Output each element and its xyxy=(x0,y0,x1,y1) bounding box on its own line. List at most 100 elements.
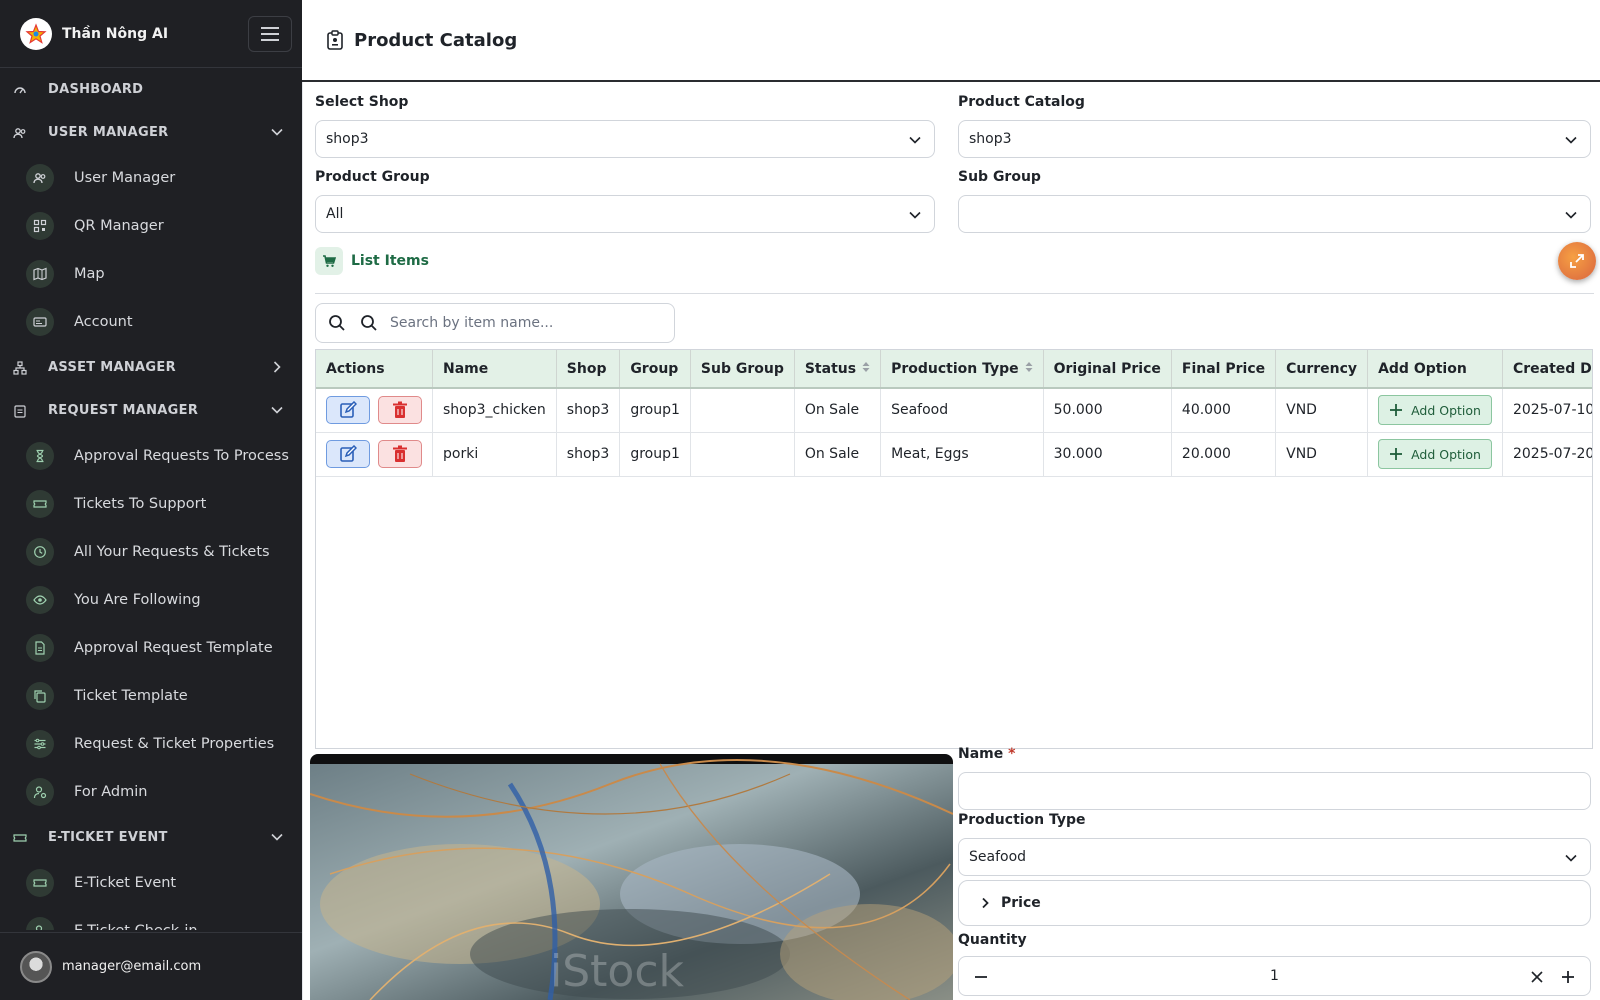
plus-icon[interactable] xyxy=(1560,969,1576,985)
product-group-dropdown[interactable]: All xyxy=(315,195,935,233)
edit-icon xyxy=(339,401,357,419)
main-content: Select Shop shop3 Product Catalog shop3 … xyxy=(302,82,1600,1000)
quantity-stepper[interactable]: 1 xyxy=(958,956,1591,996)
sidebar-item-map[interactable]: Map xyxy=(0,250,302,298)
select-shop-label: Select Shop xyxy=(315,94,409,110)
sidebar-item-you-are-following[interactable]: You Are Following xyxy=(0,576,302,624)
product-catalog-value: shop3 xyxy=(969,131,1012,147)
sidebar-item-request-and-ticket-properties[interactable]: Request & Ticket Properties xyxy=(0,720,302,768)
edit-icon xyxy=(339,445,357,463)
items-table: Actions Name Shop Group Sub Group Status Produ… xyxy=(316,350,1592,477)
sidebar-label: User Manager xyxy=(74,170,176,186)
cell-sub-group xyxy=(690,432,795,477)
chevron-right-icon xyxy=(982,897,989,909)
cell-production-type: Meat, Eggs xyxy=(880,432,1044,477)
sidebar-section-user-manager[interactable]: USER MANAGER xyxy=(0,111,302,154)
sidebar-section-request-manager[interactable]: REQUEST MANAGER xyxy=(0,389,302,432)
add-option-cell: Add Option xyxy=(1367,388,1503,433)
account-card-icon xyxy=(26,308,54,336)
chevron-right-icon[interactable] xyxy=(270,359,284,378)
chevron-down-icon[interactable] xyxy=(270,402,284,421)
sidebar-item-approval-request-template[interactable]: Approval Request Template xyxy=(0,624,302,672)
sidebar-item-user-manager[interactable]: User Manager xyxy=(0,154,302,202)
sliders-icon xyxy=(26,730,54,758)
sidebar-item-e-ticket-event[interactable]: E-Ticket Event xyxy=(0,859,302,907)
chevron-down-icon xyxy=(909,136,921,144)
column-header-shop: Shop xyxy=(556,350,621,389)
expand-fab-button[interactable] xyxy=(1558,242,1596,280)
sidebar-item-approval-requests-to-process[interactable]: Approval Requests To Process xyxy=(0,432,302,480)
clear-icon[interactable] xyxy=(1530,970,1544,984)
sidebar: Thần Nông AI DASHBOARD USER MANAGER User M… xyxy=(0,0,302,1000)
sidebar-item-for-admin[interactable]: For Admin xyxy=(0,768,302,816)
sub-group-dropdown[interactable] xyxy=(958,195,1591,233)
delete-button[interactable] xyxy=(378,396,422,425)
column-header-production-type[interactable]: Production Type xyxy=(880,350,1044,389)
price-collapse[interactable]: Price xyxy=(958,880,1591,926)
column-header-label: Production Type xyxy=(891,360,1019,377)
column-header-label: Final Price xyxy=(1181,360,1266,377)
add-option-button[interactable]: Add Option xyxy=(1378,395,1492,426)
delete-button[interactable] xyxy=(378,440,422,468)
plus-icon xyxy=(1389,447,1411,461)
sidebar-item-e-ticket-check-in[interactable]: E-Ticket Check-in xyxy=(0,907,302,930)
chevron-down-icon[interactable] xyxy=(270,124,284,143)
clipboard-icon xyxy=(12,403,28,419)
chevron-down-icon xyxy=(1565,854,1577,862)
expand-icon xyxy=(1570,254,1584,268)
sidebar-label: Map xyxy=(74,266,105,282)
asset-icon xyxy=(12,360,28,376)
required-mark: * xyxy=(1008,746,1016,762)
sidebar-label: Request & Ticket Properties xyxy=(74,736,275,752)
table-row[interactable]: shop3_chicken shop3 group1 On Sale Seafood 50… xyxy=(316,388,1592,433)
sidebar-item-all-your-requests-and-tickets[interactable]: All Your Requests & Tickets xyxy=(0,528,302,576)
list-items-heading: List Items xyxy=(315,247,429,275)
column-header-created-date[interactable]: Created Date xyxy=(1502,350,1592,389)
table-row[interactable]: porki shop3 group1 On Sale Meat, Eggs 30.000 2… xyxy=(316,432,1592,477)
sort-icon[interactable] xyxy=(862,361,870,377)
brand-name: Thần Nông AI xyxy=(62,25,169,42)
ticket-icon xyxy=(26,869,54,897)
column-header-status[interactable]: Status xyxy=(794,350,882,389)
users-icon xyxy=(12,125,28,141)
search-icon[interactable] xyxy=(328,314,346,332)
user-profile[interactable]: manager@email.com xyxy=(0,932,302,1000)
sidebar-section-dashboard[interactable]: DASHBOARD xyxy=(0,68,302,111)
user-email: manager@email.com xyxy=(62,959,202,974)
map-icon xyxy=(26,260,54,288)
select-shop-dropdown[interactable]: shop3 xyxy=(315,120,935,158)
name-label: Name * xyxy=(958,746,1015,762)
column-header-name: Name xyxy=(432,350,557,389)
add-option-button[interactable]: Add Option xyxy=(1378,439,1492,469)
cell-sub-group xyxy=(690,388,795,433)
document-icon xyxy=(26,634,54,662)
sidebar-section-asset-manager[interactable]: ASSET MANAGER xyxy=(0,346,302,389)
column-header-final-price: Final Price xyxy=(1171,350,1277,389)
actions-cell xyxy=(316,388,433,433)
column-header-label: Original Price xyxy=(1053,360,1161,377)
sort-icon[interactable] xyxy=(1025,361,1033,377)
sidebar-label: USER MANAGER xyxy=(48,125,169,140)
edit-button[interactable] xyxy=(326,396,370,425)
sidebar-item-ticket-template[interactable]: Ticket Template xyxy=(0,672,302,720)
search-input[interactable] xyxy=(390,315,650,331)
add-option-cell: Add Option xyxy=(1367,432,1503,477)
sidebar-item-tickets-to-support[interactable]: Tickets To Support xyxy=(0,480,302,528)
edit-button[interactable] xyxy=(326,440,370,468)
column-header-label: Created Date xyxy=(1512,360,1592,377)
add-option-label: Add Option xyxy=(1411,446,1481,462)
eye-icon xyxy=(26,586,54,614)
sidebar-item-qr-manager[interactable]: QR Manager xyxy=(0,202,302,250)
sidebar-item-account[interactable]: Account xyxy=(0,298,302,346)
sidebar-menu: DASHBOARD USER MANAGER User Manager QR Mana… xyxy=(0,68,302,930)
product-catalog-dropdown[interactable]: shop3 xyxy=(958,120,1591,158)
sidebar-label: REQUEST MANAGER xyxy=(48,403,199,418)
chevron-down-icon[interactable] xyxy=(270,829,284,848)
production-type-dropdown[interactable]: Seafood xyxy=(958,838,1591,876)
menu-toggle-button[interactable] xyxy=(248,16,292,52)
sidebar-section-e-ticket-event[interactable]: E-TICKET EVENT xyxy=(0,816,302,859)
name-input[interactable] xyxy=(958,772,1591,810)
user-check-icon xyxy=(26,917,54,930)
sidebar-label: You Are Following xyxy=(74,592,201,608)
cell-group: group1 xyxy=(619,432,691,477)
